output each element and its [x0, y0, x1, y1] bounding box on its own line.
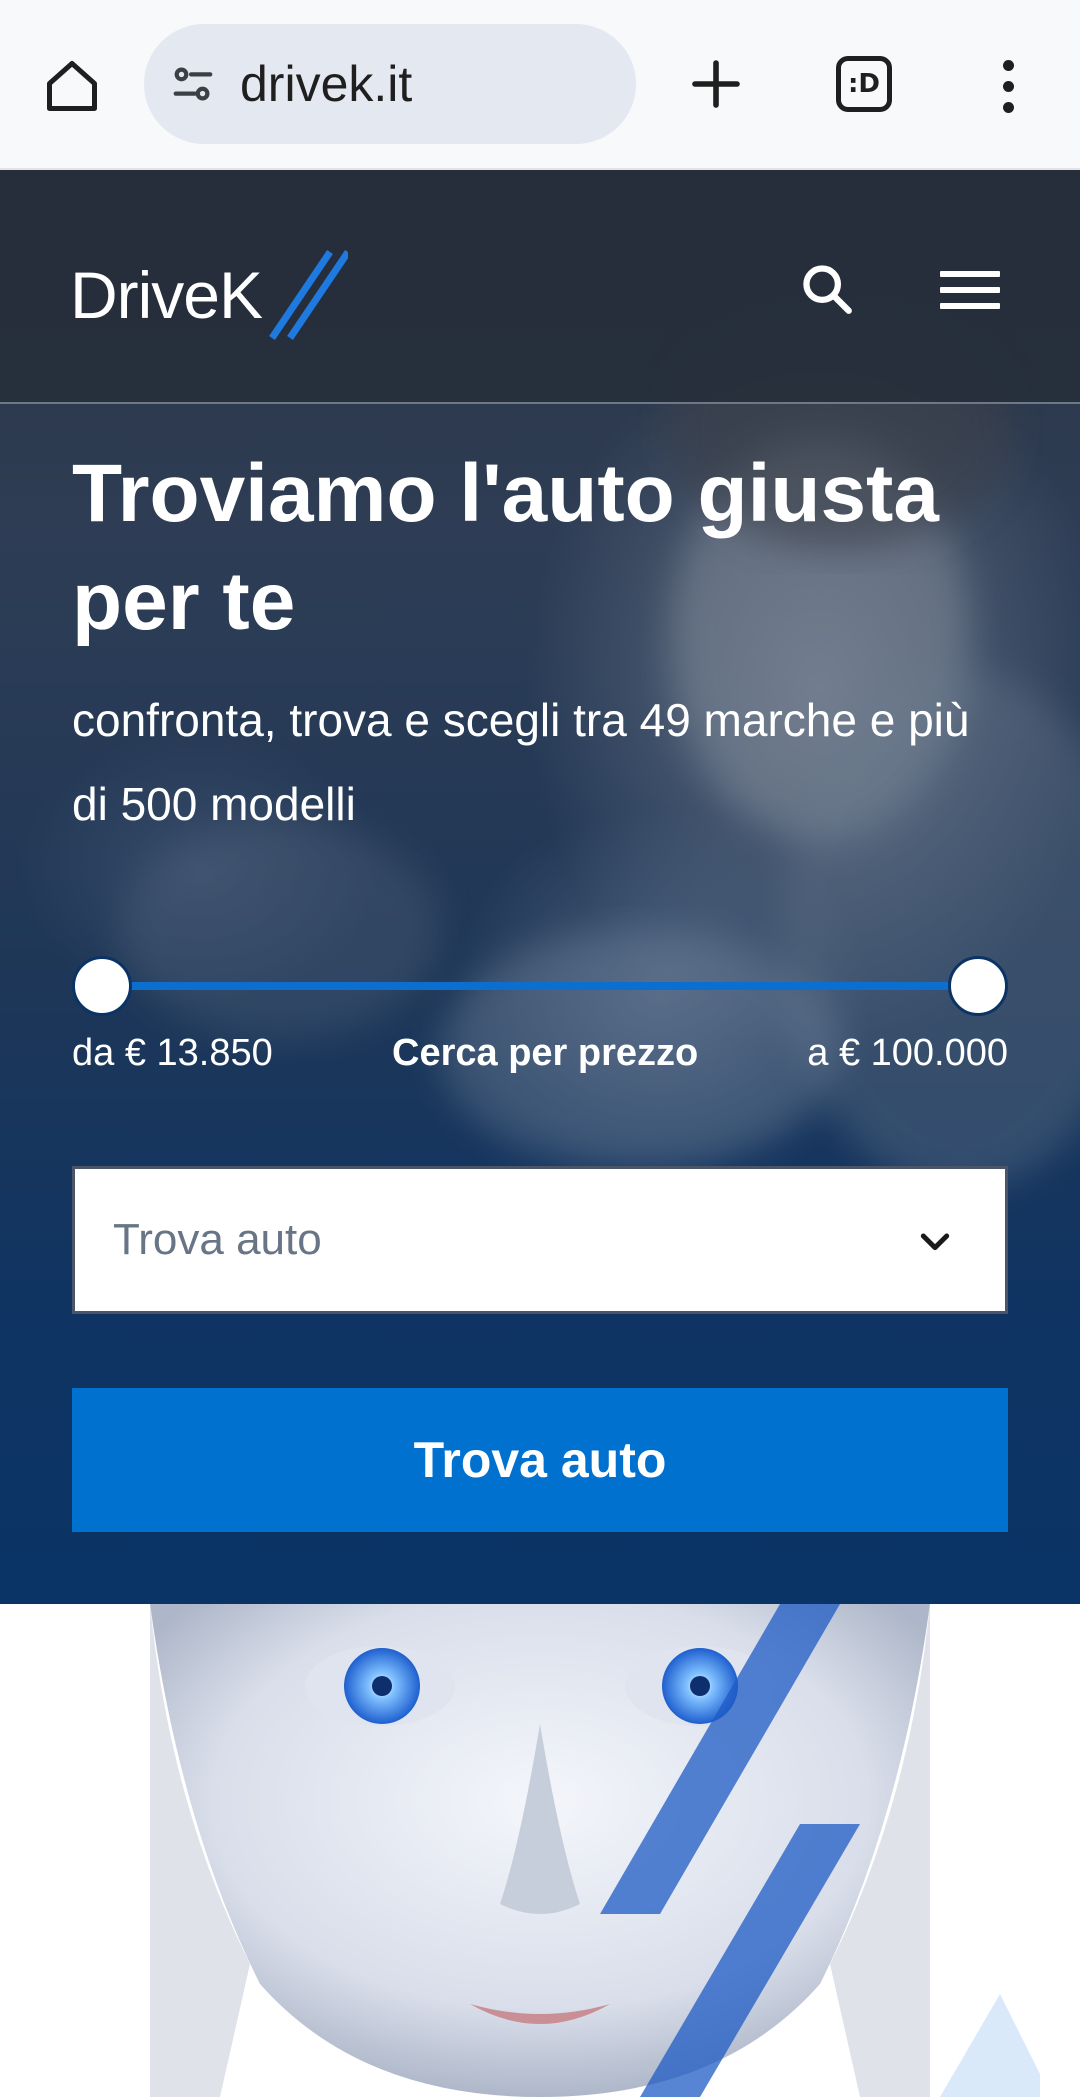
more-vert-icon[interactable]	[990, 50, 1026, 122]
page-title: Troviamo l'auto giusta per te	[72, 448, 939, 647]
drivek-logo[interactable]: DriveK	[70, 240, 349, 350]
url-text: drivek.it	[240, 56, 413, 112]
price-min-label: da € 13.850	[72, 1032, 273, 1074]
ai-robot-banner-image	[0, 1604, 1080, 2097]
robot-face-illustration	[150, 1604, 1040, 2097]
price-filter-label: Cerca per prezzo	[392, 1032, 699, 1074]
hamburger-menu-icon[interactable]	[940, 262, 1000, 318]
home-icon[interactable]	[36, 50, 108, 122]
find-car-select[interactable]: Trova auto	[72, 1166, 1008, 1314]
new-tab-icon[interactable]	[680, 48, 752, 120]
site-settings-icon[interactable]	[168, 59, 218, 109]
search-icon[interactable]	[794, 256, 860, 322]
slider-track	[100, 982, 980, 990]
price-range-slider[interactable]	[72, 956, 1008, 1016]
site-header: DriveK	[0, 170, 1080, 404]
logo-slash-icon	[269, 250, 349, 340]
address-bar[interactable]: drivek.it	[144, 24, 636, 144]
chevron-down-icon	[915, 1221, 955, 1261]
hero-section: DriveK Troviamo l'auto giusta per te con…	[0, 170, 1080, 1604]
price-max-label: a € 100.000	[807, 1032, 1008, 1074]
slider-max-handle[interactable]	[948, 956, 1008, 1016]
browser-toolbar: drivek.it :D	[0, 0, 1080, 170]
hero-subtitle: confronta, trova e scegli tra 49 marche …	[72, 694, 970, 830]
slider-min-handle[interactable]	[72, 956, 132, 1016]
tabs-icon[interactable]: :D	[836, 56, 892, 112]
find-car-button[interactable]: Trova auto	[72, 1388, 1008, 1532]
logo-text: DriveK	[70, 258, 263, 332]
select-placeholder: Trova auto	[113, 1215, 322, 1264]
